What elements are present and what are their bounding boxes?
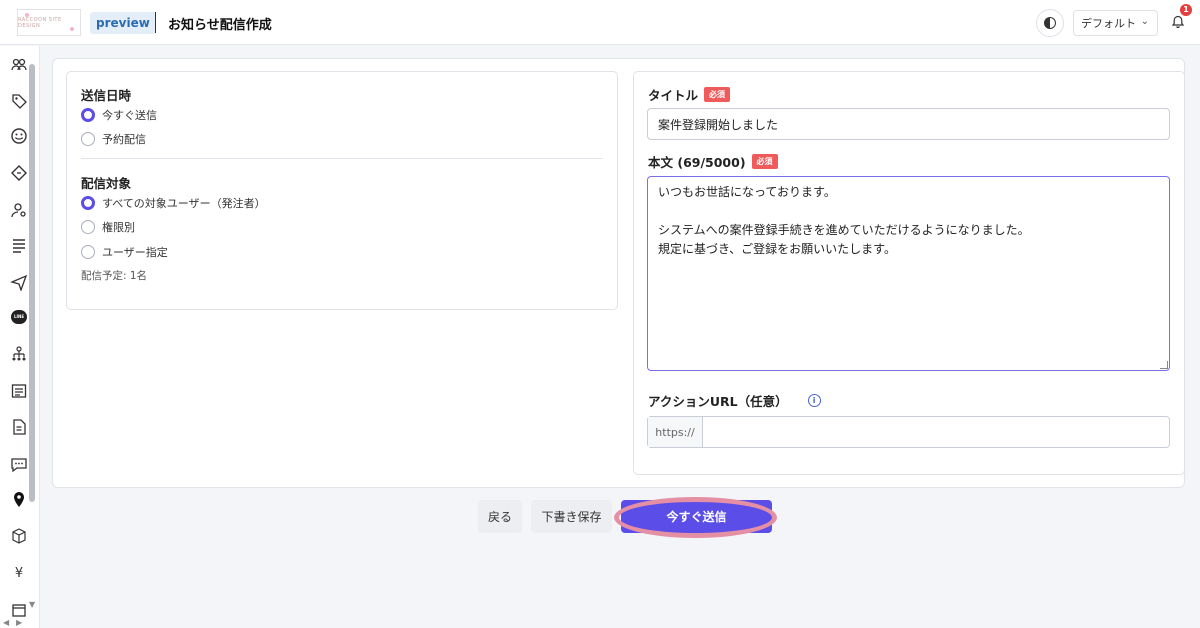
radio-button[interactable] [81, 108, 95, 122]
scroll-left-arrow-icon[interactable]: ◀ [3, 618, 9, 627]
radio-label: すべての対象ユーザー（発注者） [102, 197, 266, 210]
bell-icon[interactable] [1171, 15, 1185, 29]
resize-handle-icon[interactable] [1160, 361, 1168, 369]
action-url-input[interactable] [703, 417, 1169, 447]
user-settings-icon[interactable] [10, 201, 28, 219]
title-label-text: タイトル [648, 88, 699, 103]
env-badge: preview [90, 12, 156, 34]
url-prefix: https:// [648, 417, 703, 447]
app-header: RACCOON SITE DESIGN preview お知らせ配信作成 デフォ… [0, 0, 1200, 45]
radio-button[interactable] [81, 220, 95, 234]
radio-button[interactable] [81, 245, 95, 259]
body-label-text: 本文 (69/5000) [648, 155, 746, 170]
radio-specific-users[interactable]: ユーザー指定 [81, 244, 168, 260]
theme-toggle-button[interactable] [1036, 9, 1064, 37]
document-icon[interactable] [10, 418, 28, 436]
radio-label: 今すぐ送信 [102, 109, 157, 122]
save-draft-button[interactable]: 下書き保存 [531, 500, 612, 533]
info-icon[interactable]: i [807, 394, 821, 407]
page-title: お知らせ配信作成 [168, 18, 272, 33]
radio-all-users[interactable]: すべての対象ユーザー（発注者） [81, 195, 266, 211]
required-badge: 必須 [751, 154, 778, 169]
send-icon[interactable] [10, 273, 28, 291]
theme-select[interactable]: デフォルト ⌄ [1073, 10, 1158, 36]
recipient-count-hint: 配信予定: 1名 [81, 270, 148, 282]
chevron-down-icon: ⌄ [1140, 16, 1149, 27]
body-textarea[interactable]: いつもお世話になっております。 システムへの案件登録手続きを進めていただけるよう… [647, 176, 1170, 371]
contrast-icon [1044, 17, 1056, 29]
radio-send-now[interactable]: 今すぐ送信 [81, 107, 157, 123]
chat-icon[interactable] [10, 455, 28, 473]
line-icon[interactable]: LINE [10, 308, 28, 326]
radio-button[interactable] [81, 196, 95, 210]
action-url-group: https:// [647, 416, 1170, 448]
yen-icon[interactable]: ¥ [10, 564, 28, 582]
sidebar-scrollbar[interactable] [29, 64, 35, 502]
theme-select-value: デフォルト [1081, 17, 1136, 30]
send-timing-title: 送信日時 [81, 88, 132, 103]
radio-label: 予約配信 [102, 133, 146, 146]
action-url-label-text: アクションURL（任意） [648, 394, 788, 409]
radio-by-role[interactable]: 権限別 [81, 219, 135, 235]
logo[interactable]: RACCOON SITE DESIGN [17, 9, 81, 36]
logo-dot [70, 27, 74, 31]
body-label: 本文 (69/5000) 必須 [648, 152, 778, 171]
radio-button[interactable] [81, 132, 95, 146]
radio-label: 権限別 [102, 221, 135, 234]
notification-badge: 1 [1180, 4, 1192, 16]
radio-label: ユーザー指定 [102, 246, 168, 259]
tag-icon[interactable] [10, 92, 28, 110]
required-badge: 必須 [704, 87, 731, 102]
article-icon[interactable] [10, 382, 28, 400]
logo-dot [25, 13, 29, 17]
title-input[interactable] [647, 108, 1170, 140]
section-divider [81, 158, 603, 159]
org-chart-icon[interactable] [10, 345, 28, 363]
group-icon[interactable] [10, 56, 28, 74]
header-divider [155, 12, 156, 33]
location-icon[interactable] [10, 490, 28, 508]
coupon-icon[interactable] [10, 164, 28, 182]
scroll-right-arrow-icon[interactable]: ▶ [16, 618, 22, 627]
line-icon-text: LINE [11, 310, 27, 324]
title-label: タイトル 必須 [648, 85, 731, 104]
back-button[interactable]: 戻る [478, 500, 522, 533]
box-icon[interactable] [10, 527, 28, 545]
smile-icon[interactable] [10, 127, 28, 145]
target-title: 配信対象 [81, 176, 132, 191]
sidebar: LINE ¥ ▼ ◀ ▶ [0, 46, 40, 628]
list-icon[interactable] [10, 236, 28, 254]
calendar-icon[interactable] [10, 601, 28, 619]
scroll-down-arrow-icon[interactable]: ▼ [29, 600, 35, 609]
radio-scheduled[interactable]: 予約配信 [81, 131, 146, 147]
action-url-label: アクションURL（任意） i [648, 391, 821, 410]
send-now-button[interactable]: 今すぐ送信 [621, 500, 772, 533]
